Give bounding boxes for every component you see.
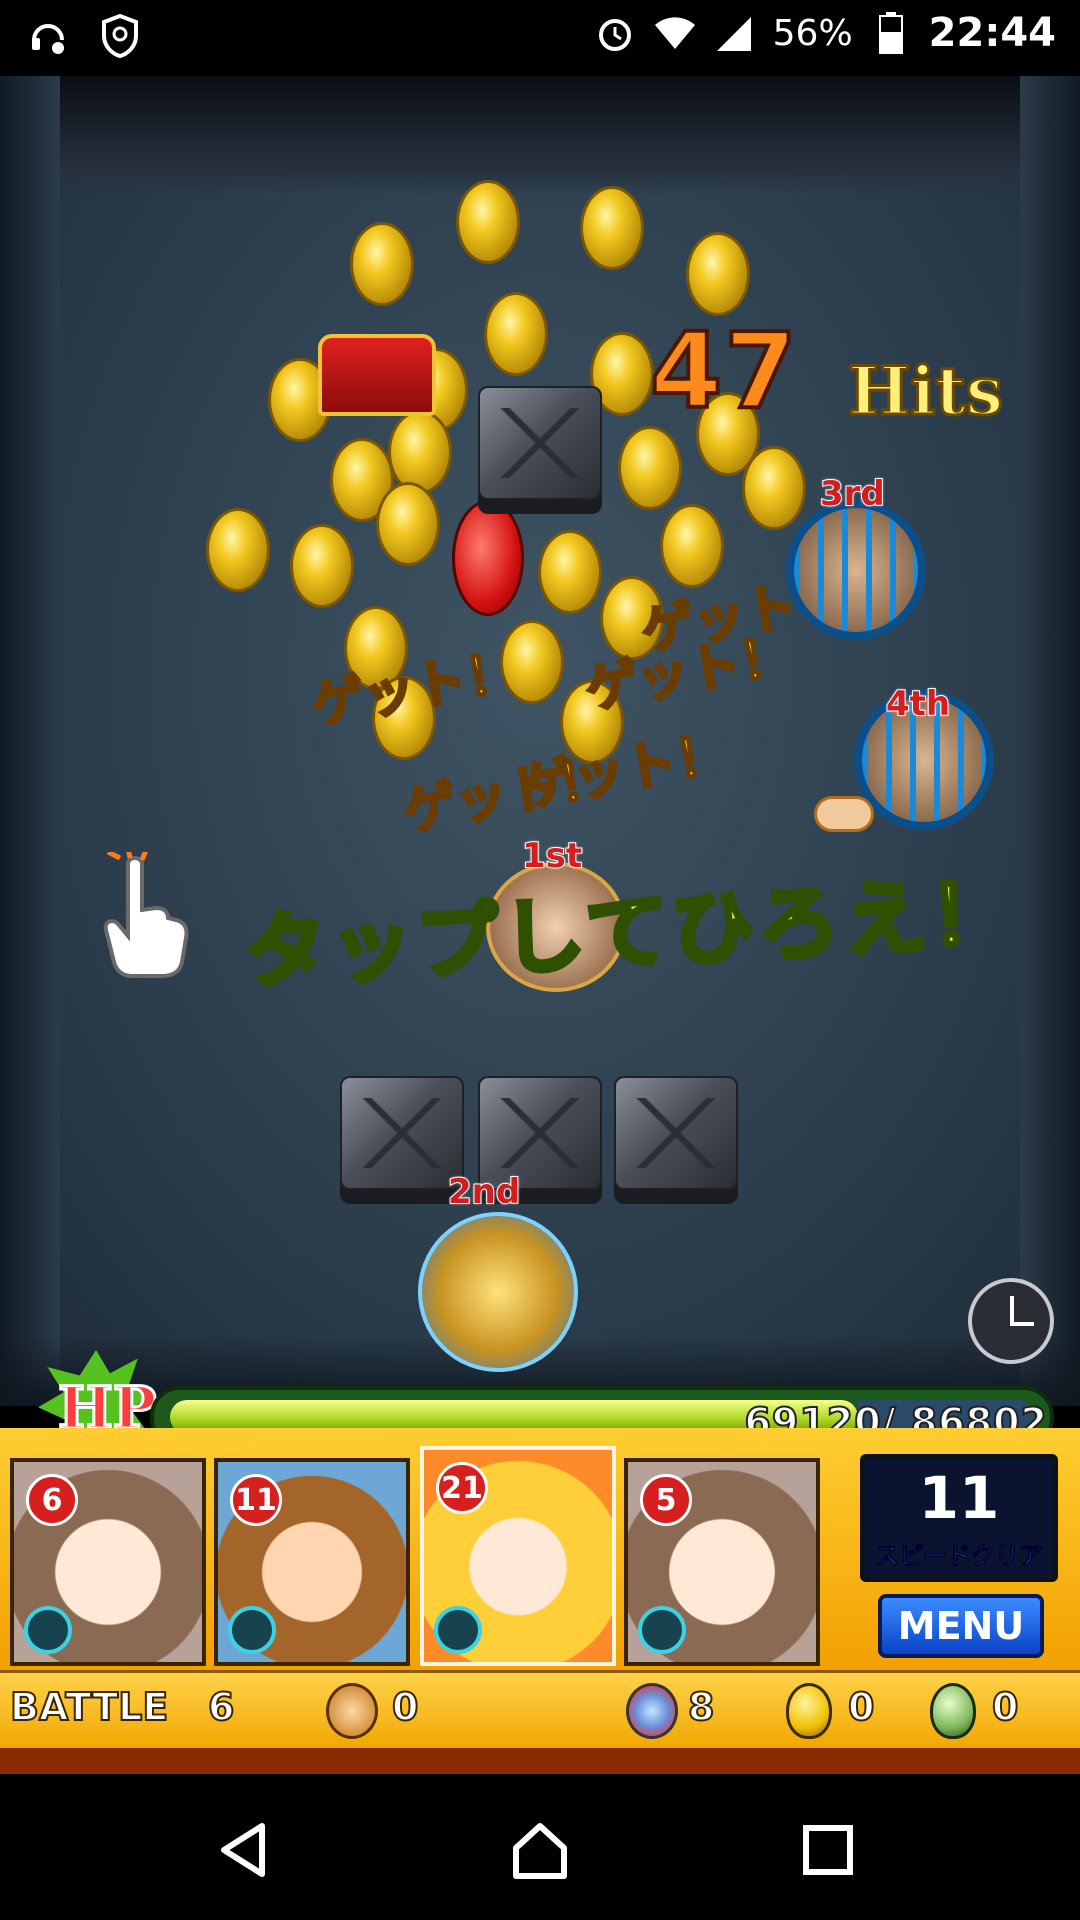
rank-label-3rd: 3rd (819, 473, 886, 515)
coin[interactable] (290, 524, 354, 608)
rank-label-2nd: 2nd (447, 1171, 521, 1213)
green-egg-icon (930, 1683, 976, 1739)
medal-icon (326, 1683, 378, 1739)
home-button[interactable] (500, 1810, 580, 1890)
coin[interactable] (580, 186, 644, 270)
card-level-badge: 6 (26, 1474, 78, 1526)
coin[interactable] (742, 446, 806, 530)
recents-button[interactable] (788, 1810, 868, 1890)
home-icon (513, 1823, 567, 1879)
wifi-icon (653, 11, 697, 55)
hud-bottom-edge (0, 1748, 1080, 1774)
element-dark-icon (24, 1606, 72, 1654)
battery-icon (869, 11, 913, 55)
gold-egg-count: 0 (847, 1684, 875, 1730)
element-dark-icon (638, 1606, 686, 1654)
shield-icon (98, 14, 142, 58)
coin[interactable] (538, 530, 602, 614)
coin[interactable] (388, 410, 452, 494)
recents-square-icon (803, 1825, 853, 1875)
clock-icon[interactable] (968, 1278, 1054, 1364)
card-level-badge: 11 (230, 1474, 282, 1526)
coin[interactable] (206, 508, 270, 592)
rank-label-4th: 4th (885, 683, 951, 725)
caged-ally-3rd[interactable] (786, 500, 926, 640)
green-egg-count: 0 (991, 1684, 1019, 1730)
alarm-icon (593, 11, 637, 55)
coin-count: 0 (391, 1684, 419, 1730)
treasure-chest[interactable] (318, 334, 436, 416)
coin[interactable] (618, 426, 682, 510)
gold-egg-icon (786, 1683, 832, 1739)
menu-button[interactable]: MENU (878, 1594, 1044, 1658)
coin[interactable] (456, 180, 520, 264)
team-card-2[interactable]: 11 (214, 1458, 410, 1666)
stone-block (614, 1076, 738, 1190)
team-card-4[interactable]: 5 (624, 1458, 820, 1666)
red-coin[interactable] (452, 500, 524, 616)
wall-top (0, 76, 1080, 196)
combo-count: 47 (648, 308, 799, 434)
coin[interactable] (686, 232, 750, 316)
coin[interactable] (350, 222, 414, 306)
wall-right (1020, 76, 1080, 1406)
speed-clear-counter: 11 スピードクリア (860, 1454, 1058, 1582)
coin[interactable] (376, 482, 440, 566)
back-button[interactable] (204, 1810, 284, 1890)
back-triangle-icon (221, 1823, 265, 1877)
element-light-icon (228, 1606, 276, 1654)
navigation-bar (0, 1774, 1080, 1920)
clock-time: 22:44 (928, 10, 1056, 56)
orb-count: 8 (687, 1684, 715, 1730)
battle-label: BATTLE (9, 1684, 169, 1730)
headset-settings-icon (26, 14, 70, 58)
coin[interactable] (484, 292, 548, 376)
combo-hits-label: Hits (846, 351, 1004, 432)
battle-info-bar: BATTLE 6 0 8 0 0 (0, 1670, 1080, 1751)
orb-icon (626, 1683, 678, 1739)
stone-block (340, 1076, 464, 1190)
team-card-1[interactable]: 6 (10, 1458, 206, 1666)
tap-hand-icon (103, 852, 189, 978)
coin[interactable] (660, 504, 724, 588)
battery-percent: 56% (772, 12, 853, 54)
signal-icon (713, 11, 757, 55)
speed-clear-label: スピードクリア (875, 1542, 1044, 1571)
status-bar: 56% 22:44 (0, 0, 1080, 76)
card-level-badge: 5 (640, 1474, 692, 1526)
power-up-arm-icon (814, 796, 874, 832)
card-level-badge: 21 (436, 1462, 488, 1514)
team-card-3-active[interactable]: 21 (420, 1446, 616, 1666)
wall-left (0, 76, 60, 1406)
element-wood-icon (434, 1606, 482, 1654)
speed-clear-turns: 11 (918, 1464, 1000, 1532)
player-unit-2nd[interactable] (418, 1212, 578, 1372)
stone-block (478, 386, 602, 500)
battle-number: 6 (207, 1684, 235, 1730)
